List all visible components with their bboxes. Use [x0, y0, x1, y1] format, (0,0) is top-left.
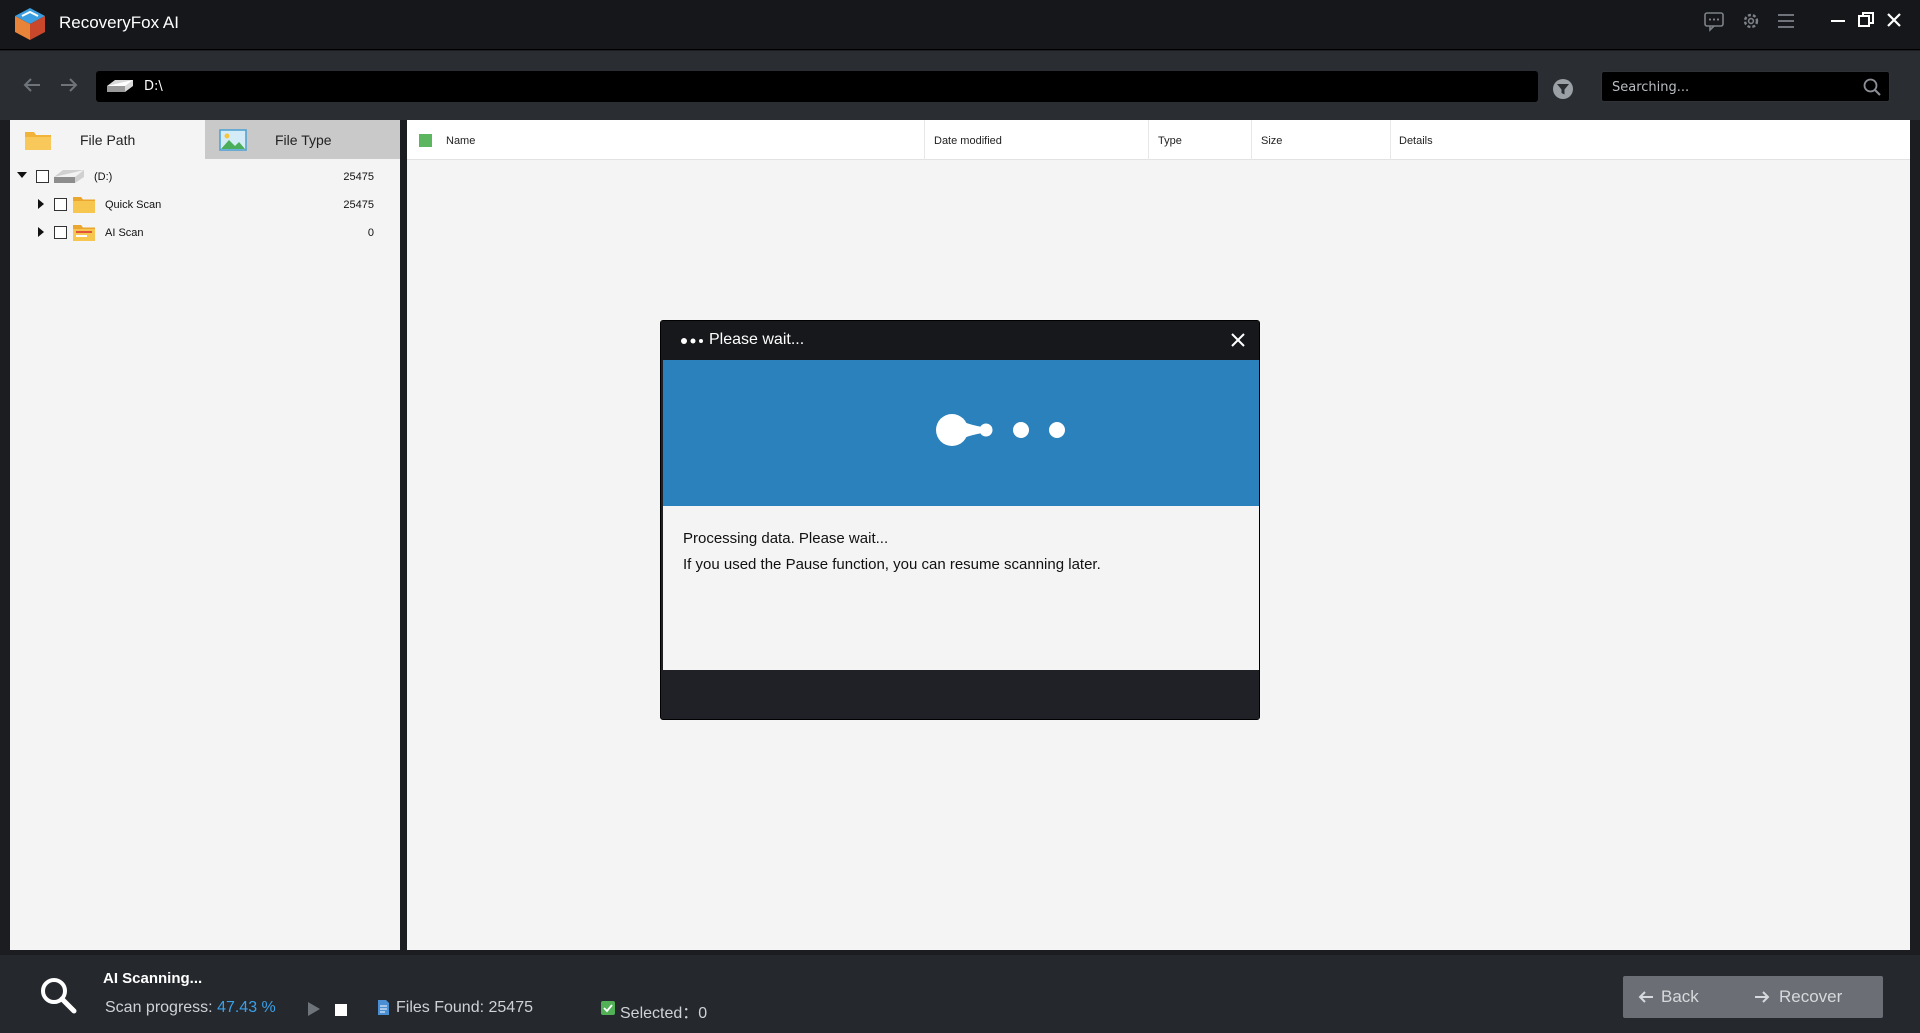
left-panel: File Path File Type (D:) 25475 Quick Sca…	[10, 120, 400, 950]
ai-folder-icon	[73, 225, 95, 241]
magnifier-icon	[41, 978, 77, 1014]
dialog-message-1: Processing data. Please wait...	[683, 530, 889, 547]
stop-icon[interactable]	[335, 1004, 347, 1016]
checkbox[interactable]	[36, 170, 49, 183]
column-divider[interactable]	[1148, 120, 1149, 160]
settings-icon[interactable]	[1740, 10, 1762, 32]
tab-file-path[interactable]: File Path	[10, 120, 205, 159]
loading-animation-icon	[936, 414, 1065, 446]
menu-icon[interactable]	[1775, 10, 1797, 32]
select-all-checkbox[interactable]	[419, 134, 432, 147]
checkbox[interactable]	[54, 226, 67, 239]
feedback-icon[interactable]	[1703, 10, 1725, 32]
tree-item-label: (D:)	[94, 171, 113, 183]
scan-progress: Scan progress: 47.43 %	[105, 999, 276, 1017]
tab-file-path-label: File Path	[80, 132, 136, 148]
search-field[interactable]	[1601, 71, 1890, 102]
checkbox[interactable]	[54, 198, 67, 211]
dialog-banner	[663, 360, 1259, 506]
chevron-right-icon[interactable]	[38, 227, 44, 237]
files-found-label: Files Found:	[396, 999, 485, 1016]
selected-label: Selected：	[620, 1005, 699, 1022]
chevron-down-icon[interactable]	[17, 172, 27, 178]
column-details[interactable]: Details	[1399, 135, 1433, 147]
back-arrow-icon[interactable]	[20, 73, 44, 97]
dialog-message-2: If you used the Pause function, you can …	[683, 556, 1101, 573]
tab-file-type[interactable]: File Type	[205, 120, 400, 159]
arrow-right-icon	[1755, 991, 1770, 1003]
minimize-icon[interactable]	[1828, 10, 1848, 30]
tree-item-label: Quick Scan	[105, 199, 162, 211]
tree-item-ai-scan[interactable]: AI Scan 0	[10, 219, 400, 247]
chevron-right-icon[interactable]	[38, 199, 44, 209]
tree-item-label: AI Scan	[105, 227, 144, 239]
recover-button[interactable]: Recover	[1733, 976, 1883, 1018]
selected-value: 0	[698, 1005, 708, 1022]
path-text: D:\	[144, 79, 163, 94]
column-type[interactable]: Type	[1158, 135, 1182, 147]
loading-dots-icon	[681, 338, 703, 344]
files-found: Files Found: 25475	[396, 999, 533, 1017]
arrow-left-icon	[1638, 991, 1653, 1003]
dialog-footer	[663, 670, 1259, 719]
scan-progress-label: Scan progress:	[105, 999, 213, 1016]
column-date-modified[interactable]: Date modified	[934, 135, 1002, 147]
tree-item-drive[interactable]: (D:) 25475	[10, 163, 400, 191]
tree-item-count: 0	[367, 227, 374, 239]
folder-icon	[73, 197, 95, 213]
filter-icon[interactable]	[1552, 78, 1574, 100]
recover-button-label: Recover	[1779, 987, 1843, 1006]
please-wait-dialog: Please wait... Processing data. Please w…	[660, 320, 1260, 720]
tree-item-count: 25475	[343, 171, 374, 183]
tree-item-quick-scan[interactable]: Quick Scan 25475	[10, 191, 400, 219]
path-field[interactable]: D:\	[96, 71, 1538, 102]
search-input[interactable]	[1612, 77, 1852, 97]
dialog-body: Processing data. Please wait... If you u…	[663, 506, 1259, 670]
checkbox-checked-icon	[601, 1001, 615, 1015]
dialog-header: Please wait...	[661, 321, 1259, 360]
play-icon[interactable]	[307, 1001, 321, 1017]
close-icon[interactable]	[1884, 10, 1904, 30]
column-divider[interactable]	[1251, 120, 1252, 160]
selected-count: Selected：0	[620, 999, 707, 1023]
tab-file-type-label: File Type	[275, 132, 332, 148]
close-icon[interactable]	[1228, 330, 1248, 350]
document-icon	[378, 1000, 389, 1015]
folder-icon	[25, 132, 51, 150]
scan-progress-value: 47.43 %	[217, 999, 276, 1016]
file-list-header: Name Date modified Type Size Details	[407, 120, 1910, 160]
column-divider[interactable]	[924, 120, 925, 160]
search-icon[interactable]	[1862, 77, 1882, 97]
status-bar: AI Scanning... Scan progress: 47.43 % Fi…	[0, 955, 1920, 1033]
scan-status-title: AI Scanning...	[103, 970, 203, 987]
tree-item-count: 25475	[343, 199, 374, 211]
dialog-title: Please wait...	[709, 331, 805, 348]
app-logo-icon	[15, 8, 45, 40]
image-file-icon	[219, 129, 247, 151]
restore-icon[interactable]	[1856, 10, 1876, 30]
drive-icon	[54, 170, 84, 183]
address-bar: D:\	[0, 51, 1920, 120]
app-title: RecoveryFox AI	[59, 13, 179, 32]
drive-icon	[107, 80, 133, 92]
title-bar: RecoveryFox AI	[0, 0, 1920, 50]
folder-tree: (D:) 25475 Quick Scan 25475 AI Scan 0	[10, 163, 400, 247]
column-name[interactable]: Name	[446, 135, 475, 147]
back-button-label: Back	[1661, 987, 1699, 1006]
forward-arrow-icon[interactable]	[57, 73, 81, 97]
column-divider[interactable]	[1390, 120, 1391, 160]
files-found-value: 25475	[488, 999, 534, 1016]
column-size[interactable]: Size	[1261, 135, 1282, 147]
